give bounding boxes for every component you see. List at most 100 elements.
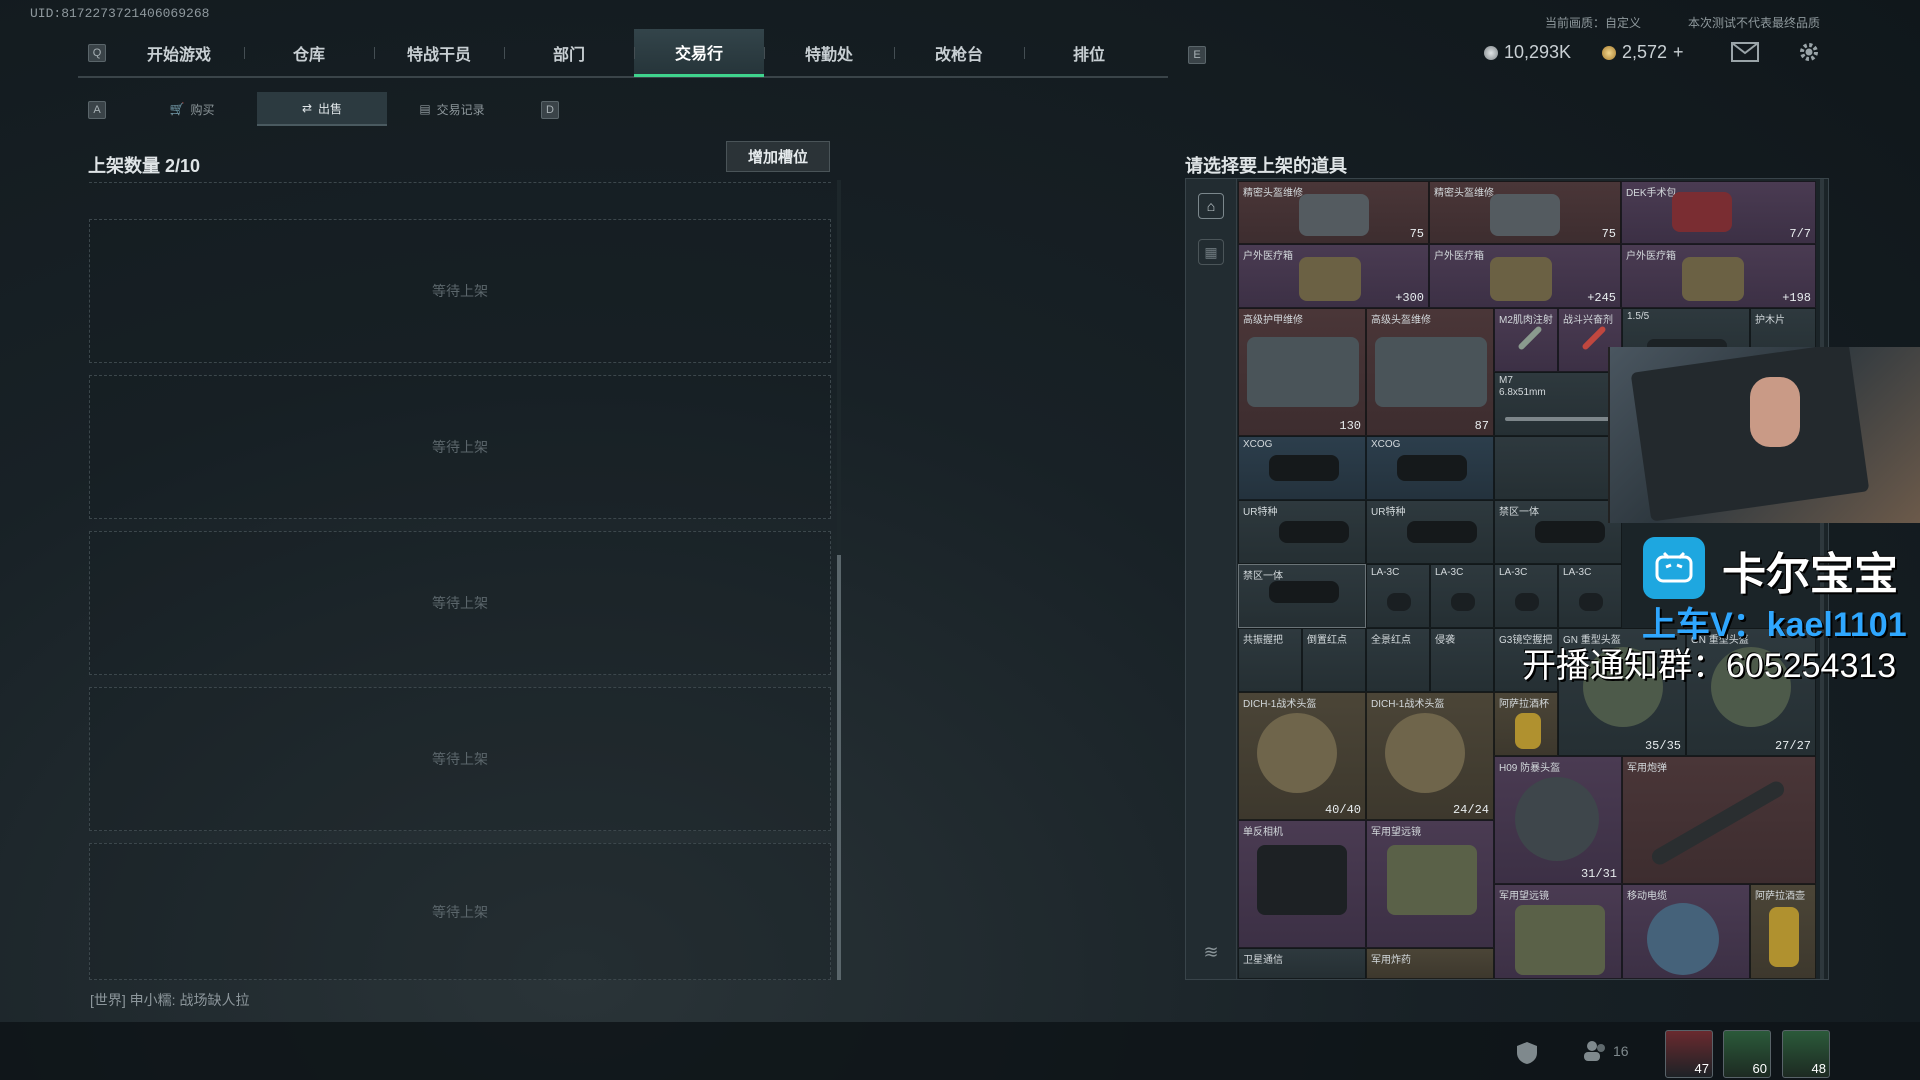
settings-gear-icon[interactable] <box>1797 40 1821 64</box>
tab-ranked[interactable]: 排位 <box>1024 29 1154 77</box>
inventory-item[interactable]: XCOG <box>1366 436 1494 500</box>
listing-slot[interactable]: 等待上架 <box>89 687 831 831</box>
friends-icon <box>1584 1041 1605 1061</box>
gold-coin-icon <box>1602 45 1616 60</box>
inventory-item[interactable]: UR特种 <box>1366 500 1494 564</box>
xcog-scope-icon <box>1397 455 1467 481</box>
silver-currency: 10,293K <box>1484 42 1571 63</box>
inventory-item[interactable]: M7 6.8x51mm <box>1494 372 1622 436</box>
mousepad-image <box>1630 347 1870 522</box>
inventory-item[interactable]: 禁区一体 <box>1238 564 1366 628</box>
gold-add-button[interactable]: + <box>1673 42 1684 63</box>
item-count: 75 <box>1409 227 1424 241</box>
inventory-item[interactable]: 侵袭 <box>1430 628 1494 692</box>
hand-image <box>1750 377 1800 447</box>
inventory-item[interactable]: 共振握把 <box>1238 628 1302 692</box>
inventory-item[interactable]: LA-3C <box>1430 564 1494 628</box>
inventory-item[interactable]: 移动电缆 <box>1622 884 1750 979</box>
inventory-item[interactable]: H09 防暴头盔 31/31 <box>1494 756 1622 884</box>
gold-amount: 2,572 <box>1622 42 1668 62</box>
avatar-level: 48 <box>1811 1061 1826 1076</box>
inventory-item[interactable]: DICH-1战术头盔 24/24 <box>1366 692 1494 820</box>
stock-icon <box>1269 581 1339 603</box>
listing-slot[interactable]: 等待上架 <box>89 843 831 980</box>
sell-icon: ⇄ <box>301 101 313 115</box>
friends-count[interactable]: 16 <box>1583 1040 1629 1062</box>
inventory-item[interactable]: 军用炸药 <box>1366 948 1494 979</box>
inventory-item[interactable]: LA-3C <box>1558 564 1622 628</box>
teapot-icon <box>1769 907 1799 967</box>
inventory-item[interactable]: 军用望远镜 <box>1494 884 1622 979</box>
listing-slot[interactable]: 等待上架 <box>89 531 831 675</box>
inventory-item[interactable]: 户外医疗箱 +198 <box>1621 244 1816 308</box>
item-name: UR特种 <box>1243 507 1278 518</box>
storage-icon[interactable]: ▦ <box>1198 239 1224 265</box>
inventory-item[interactable]: DEK手术包 7/7 <box>1621 181 1816 244</box>
camera-icon <box>1257 845 1347 915</box>
inventory-item[interactable]: 卫星通信 <box>1238 948 1366 979</box>
avatar[interactable]: 48 <box>1782 1030 1830 1078</box>
inventory-item[interactable]: 全景红点 <box>1366 628 1430 692</box>
item-name: 1.5/5 <box>1627 311 1650 322</box>
tab-operators[interactable]: 特战干员 <box>374 29 504 77</box>
inventory-item[interactable]: 高级护甲维修 130 <box>1238 308 1366 436</box>
item-name: M2肌肉注射 <box>1499 315 1553 326</box>
streamer-name: 卡尔宝宝 <box>1722 550 1898 599</box>
inventory-item[interactable]: M2肌肉注射 <box>1494 308 1558 372</box>
mail-icon[interactable] <box>1731 42 1759 62</box>
tab-warehouse[interactable]: 仓库 <box>244 29 374 77</box>
inventory-item[interactable] <box>1494 436 1622 500</box>
backpack-icon[interactable]: ⌂ <box>1198 193 1224 219</box>
toolbox-icon <box>1299 194 1369 236</box>
inventory-item[interactable]: 户外医疗箱 +245 <box>1429 244 1621 308</box>
inventory-item[interactable]: DICH-1战术头盔 40/40 <box>1238 692 1366 820</box>
listing-scroll-thumb[interactable] <box>837 555 841 980</box>
inventory-item[interactable]: XCOG <box>1238 436 1366 500</box>
inventory-item[interactable]: 军用炮弹 <box>1622 756 1816 884</box>
inventory-item[interactable]: 精密头盔维修 75 <box>1429 181 1621 244</box>
inventory-item[interactable]: 精密头盔维修 75 <box>1238 181 1429 244</box>
inventory-item[interactable]: 高级头盔维修 87 <box>1366 308 1494 436</box>
inventory-item[interactable]: LA-3C <box>1494 564 1558 628</box>
item-name: 精密头盔维修 <box>1243 188 1303 199</box>
inventory-item[interactable]: LA-3C <box>1366 564 1430 628</box>
item-count: 40/40 <box>1324 803 1361 817</box>
inventory-item[interactable]: 阿萨拉酒杯 <box>1494 692 1558 756</box>
goblet-icon <box>1515 713 1541 749</box>
inventory-item[interactable]: UR特种 <box>1238 500 1366 564</box>
helmet-icon <box>1257 713 1337 793</box>
inventory-item[interactable]: 军用望远镜 <box>1366 820 1494 948</box>
subtab-sell[interactable]: ⇄ 出售 <box>257 92 387 126</box>
inventory-item[interactable]: 单反相机 <box>1238 820 1366 948</box>
listing-slot[interactable]: 等待上架 <box>89 375 831 519</box>
divider <box>89 182 831 183</box>
inventory-item[interactable]: 户外医疗箱 +300 <box>1238 244 1429 308</box>
tab-trading[interactable]: 交易行 <box>634 29 764 77</box>
subtab-buy[interactable]: 🛒 购买 <box>127 92 257 126</box>
silver-amount: 10,293K <box>1504 42 1572 62</box>
item-name: 户外医疗箱 <box>1243 251 1293 262</box>
ammo-caliber: 6.8x51mm <box>1499 387 1546 398</box>
tab-special-service[interactable]: 特勤处 <box>764 29 894 77</box>
shield-icon[interactable] <box>1516 1041 1538 1065</box>
world-chat[interactable]: [世界] 申小糯: 战场缺人拉 <box>90 990 249 1010</box>
item-name: DEK手术包 <box>1626 188 1677 199</box>
avatar[interactable]: 60 <box>1723 1030 1771 1078</box>
item-name: 护木片 <box>1755 315 1785 326</box>
inventory-item[interactable]: 倒置红点 <box>1302 628 1366 692</box>
layers-icon[interactable]: ≋ <box>1198 939 1224 965</box>
add-slot-button[interactable]: 增加槽位 <box>726 141 830 172</box>
subtab-records[interactable]: ▤ 交易记录 <box>387 92 517 126</box>
inventory-item[interactable]: 禁区一体 <box>1494 500 1622 564</box>
item-name: 禁区一体 <box>1499 507 1539 518</box>
item-name: 禁区一体 <box>1243 571 1283 582</box>
tab-gunsmith[interactable]: 改枪台 <box>894 29 1024 77</box>
avatar[interactable]: 47 <box>1665 1030 1713 1078</box>
item-count: 35/35 <box>1644 739 1681 753</box>
listing-slot[interactable]: 等待上架 <box>89 219 831 363</box>
tab-start-game[interactable]: 开始游戏 <box>114 29 244 77</box>
subtab-sell-label: 出售 <box>318 101 343 116</box>
inventory-item[interactable]: 阿萨拉酒壶 <box>1750 884 1816 979</box>
tab-department[interactable]: 部门 <box>504 29 634 77</box>
item-name: H09 防暴头盔 <box>1499 763 1561 774</box>
